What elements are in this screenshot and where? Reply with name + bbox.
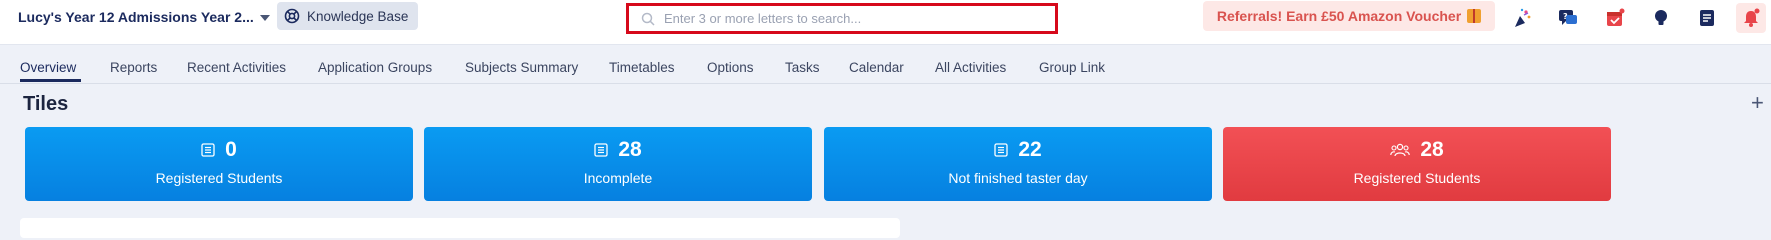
tile-label: Registered Students xyxy=(1353,170,1481,186)
tab-recent-activities[interactable]: Recent Activities xyxy=(187,60,286,75)
tab-calendar[interactable]: Calendar xyxy=(849,60,904,75)
idea-bulb-icon[interactable] xyxy=(1646,3,1676,33)
tab-timetables[interactable]: Timetables xyxy=(609,60,675,75)
search-input[interactable] xyxy=(664,11,1044,26)
list-icon xyxy=(594,143,608,157)
workspace-selector[interactable]: Lucy's Year 12 Admissions Year 2... xyxy=(18,6,270,28)
referral-text: Referrals! Earn £50 Amazon Voucher xyxy=(1216,8,1462,24)
svg-text:?: ? xyxy=(1563,12,1568,21)
section-title: Tiles xyxy=(23,93,69,115)
list-icon xyxy=(201,143,215,157)
tab-group-link[interactable]: Group Link xyxy=(1039,60,1105,75)
tile-value: 0 xyxy=(225,138,237,161)
tab-overview[interactable]: Overview xyxy=(20,60,76,75)
tile-label: Registered Students xyxy=(155,170,283,186)
search-box[interactable] xyxy=(626,3,1058,34)
tab-all-activities[interactable]: All Activities xyxy=(935,60,1006,75)
tile-value: 28 xyxy=(618,138,642,161)
celebration-icon[interactable] xyxy=(1507,3,1537,33)
notes-icon[interactable] xyxy=(1692,3,1722,33)
tile-not-finished-taster-day[interactable]: 22 Not finished taster day xyxy=(824,127,1212,201)
tile-value: 28 xyxy=(1420,138,1444,161)
tile-incomplete[interactable]: 28 Incomplete xyxy=(424,127,812,201)
tile-value: 22 xyxy=(1018,138,1042,161)
workspace-title: Lucy's Year 12 Admissions Year 2... xyxy=(18,9,254,25)
tab-reports[interactable]: Reports xyxy=(110,60,157,75)
tab-options[interactable]: Options xyxy=(707,60,754,75)
calendar-icon[interactable] xyxy=(1600,3,1630,33)
top-bar: Lucy's Year 12 Admissions Year 2... Know… xyxy=(0,0,1771,45)
knowledge-base-label: Knowledge Base xyxy=(307,8,409,24)
list-icon xyxy=(994,143,1008,157)
knowledge-base-button[interactable]: Knowledge Base xyxy=(277,2,419,30)
users-icon xyxy=(1390,143,1411,157)
tile-registered-students-red[interactable]: 28 Registered Students xyxy=(1223,127,1611,201)
tab-application-groups[interactable]: Application Groups xyxy=(318,60,432,75)
tab-subjects-summary[interactable]: Subjects Summary xyxy=(465,60,578,75)
tile-label: Incomplete xyxy=(583,170,653,186)
add-tile-icon[interactable]: + xyxy=(1751,92,1764,114)
help-chat-icon[interactable]: ? xyxy=(1553,3,1583,33)
tab-tasks[interactable]: Tasks xyxy=(785,60,820,75)
tab-bar: Overview Reports Recent Activities Appli… xyxy=(0,46,1771,84)
active-tab-indicator xyxy=(20,79,81,82)
notification-bell-icon[interactable] xyxy=(1736,3,1766,33)
tile-label: Not finished taster day xyxy=(948,170,1088,186)
tile-registered-students[interactable]: 0 Registered Students xyxy=(25,127,413,201)
chevron-down-icon xyxy=(259,15,270,21)
lifebuoy-icon xyxy=(284,8,300,24)
gift-icon xyxy=(1467,9,1482,23)
content-panel xyxy=(20,218,900,238)
referral-banner[interactable]: Referrals! Earn £50 Amazon Voucher xyxy=(1203,1,1495,31)
search-icon xyxy=(641,12,655,26)
